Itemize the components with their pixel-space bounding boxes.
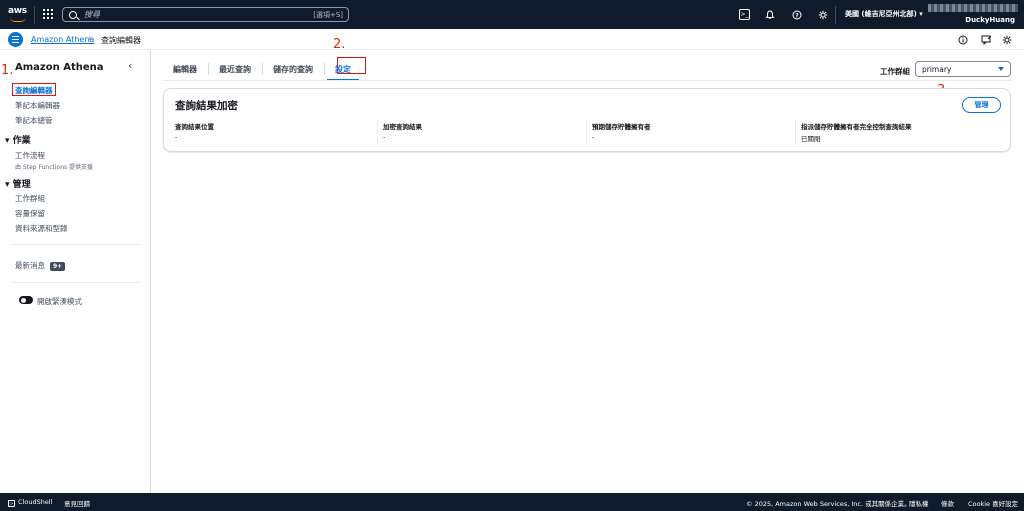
tab-divider [162, 80, 1012, 81]
field-query-result-location: 查詢結果位置 - [175, 121, 214, 145]
feedback-link[interactable]: 意見回饋 [64, 498, 90, 508]
sidebar-item-workflows-sub: 由 Step Functions 提供支援 [15, 164, 94, 171]
search-shortcut: [選項+S] [313, 11, 343, 19]
sidebar-divider [11, 244, 141, 245]
terms-link[interactable]: 條款 [941, 498, 954, 508]
search-box[interactable]: [選項+S] [62, 7, 349, 22]
field-bucket-owner-full-control: 指派儲存貯體擁有者完全控制查詢結果 已關閉 [801, 121, 912, 145]
gear-icon[interactable] [817, 9, 828, 20]
tab-list: 編輯器 最近查詢 儲存的查詢 設定 [162, 58, 362, 81]
copyright-text: © 2025, Amazon Web Services, Inc. 或其關係企業… [746, 500, 911, 508]
region-selector[interactable]: 美國 (維吉尼亞州北部) ▾ [845, 9, 923, 19]
field-divider [377, 119, 378, 145]
cloudshell-button[interactable]: > CloudShell [8, 498, 52, 507]
breadcrumb-separator: › [88, 34, 92, 44]
sidebar-title[interactable]: Amazon Athena [15, 62, 104, 73]
side-navigation: Amazon Athena ‹ 查詢編輯器 筆記本編輯器 筆記本總管 ▾ 作業 … [0, 50, 151, 493]
sidebar-section-admin[interactable]: ▾ 管理 [5, 177, 31, 190]
search-input[interactable] [84, 10, 304, 19]
sidebar-item-notebook-editor[interactable]: 筆記本編輯器 [15, 100, 60, 111]
help-icon[interactable]: ? [791, 9, 802, 20]
whats-new-label: 最新消息 [15, 261, 45, 270]
card-title: 查詢結果加密 [175, 100, 238, 112]
settings-icon[interactable] [1001, 34, 1012, 45]
breadcrumb-service-link[interactable]: Amazon Athena [31, 35, 94, 44]
sidebar-section-jobs[interactable]: ▾ 作業 [5, 133, 31, 146]
field-value: - [175, 133, 178, 141]
whats-new-badge: 9+ [50, 262, 66, 271]
field-value: - [383, 133, 386, 141]
redacted-account-info [928, 4, 1018, 12]
breadcrumb-current: 查詢編輯器 [101, 36, 141, 45]
dense-mode-label: 開啟緊湊模式 [37, 297, 82, 306]
breadcrumb-bar: Amazon Athena › 查詢編輯器 [0, 29, 1024, 50]
cloudshell-label: CloudShell [18, 498, 53, 506]
tab-saved-queries[interactable]: 儲存的查詢 [262, 58, 324, 80]
field-label: 指派儲存貯體擁有者完全控制查詢結果 [801, 123, 912, 131]
field-label: 預期儲存貯體擁有者 [592, 123, 651, 131]
sidebar-item-workgroups[interactable]: 工作群組 [15, 193, 45, 204]
dense-mode-toggle[interactable] [19, 296, 33, 304]
field-divider [795, 119, 796, 145]
sidebar-item-workflows-label: 工作流程 [15, 151, 45, 160]
field-expected-bucket-owner: 預期儲存貯體擁有者 - [592, 121, 651, 145]
nav-divider [34, 6, 35, 24]
field-label: 加密查詢結果 [383, 123, 422, 131]
top-navigation: aws [選項+S] >_ ? 美國 (維吉尼亞州北部) ▾ DuckyHuan… [0, 0, 1024, 29]
sidebar-item-workflows[interactable]: 工作流程 由 Step Functions 提供支援 [15, 150, 93, 171]
collapse-sidebar-icon[interactable]: ‹ [128, 59, 132, 72]
sidebar-item-capacity[interactable]: 容量保留 [15, 208, 45, 219]
field-encrypt-query-results: 加密查詢結果 - [383, 121, 422, 145]
info-icon[interactable] [957, 34, 968, 45]
svg-text:?: ? [795, 12, 799, 19]
menu-icon[interactable] [8, 32, 23, 47]
sidebar-item-whats-new[interactable]: 最新消息 9+ [15, 260, 66, 271]
query-result-encryption-card: 查詢結果加密 管理 查詢結果位置 - 加密查詢結果 - 預期儲存貯體擁有者 - … [163, 88, 1011, 152]
field-label: 查詢結果位置 [175, 123, 214, 131]
manage-button[interactable]: 管理 [962, 97, 1001, 113]
annotation-2: 2. [333, 37, 346, 52]
sidebar-item-data-sources[interactable]: 資料來源和型錄 [15, 223, 68, 234]
annotation-box-1 [12, 83, 56, 96]
tab-editor[interactable]: 編輯器 [162, 58, 208, 80]
username: DuckyHuang [965, 16, 1015, 24]
field-value: 已關閉 [801, 135, 821, 143]
aws-smile-icon [10, 17, 26, 22]
cloudshell-icon[interactable]: >_ [739, 9, 750, 20]
services-grid-icon[interactable] [43, 9, 53, 19]
sidebar-item-notebook-explorer[interactable]: 筆記本總管 [15, 115, 53, 126]
bell-icon[interactable] [764, 9, 775, 20]
workgroup-select[interactable]: primary [915, 61, 1011, 77]
field-divider [586, 119, 587, 145]
cloudshell-icon: > [8, 500, 15, 507]
annotation-1: 1. [1, 63, 14, 78]
account-menu[interactable]: DuckyHuang [926, 2, 1020, 27]
privacy-link[interactable]: 隱私權 [909, 498, 929, 508]
field-value: - [592, 133, 595, 141]
aws-logo[interactable]: aws [8, 6, 30, 22]
tab-recent-queries[interactable]: 最近查詢 [208, 58, 262, 80]
search-icon [69, 10, 77, 19]
caret-down-icon [998, 67, 1004, 71]
sidebar-divider [11, 282, 141, 283]
workgroup-value: primary [922, 64, 952, 74]
cookie-preferences-link[interactable]: Cookie 喜好設定 [968, 498, 1018, 508]
nav-divider [835, 6, 836, 24]
tab-settings[interactable]: 設定 [324, 58, 362, 81]
workgroup-label: 工作群組 [880, 67, 910, 76]
feedback-icon[interactable] [981, 34, 992, 45]
aws-logo-text: aws [8, 6, 27, 16]
footer-bar: > CloudShell 意見回饋 © 2025, Amazon Web Serv… [0, 493, 1024, 511]
